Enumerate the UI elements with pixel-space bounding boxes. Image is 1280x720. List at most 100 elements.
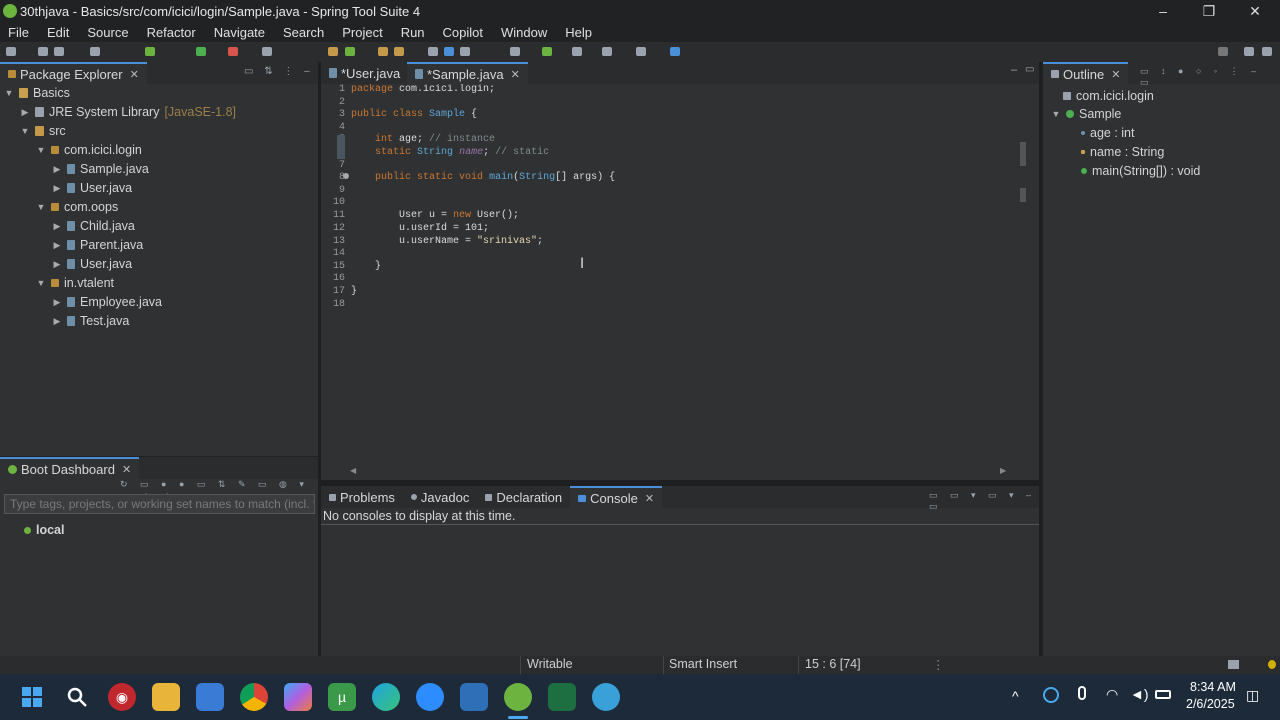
toggle-mark-icon[interactable] xyxy=(428,47,438,56)
chevron-down-icon[interactable]: ▼ xyxy=(36,278,46,288)
code-line[interactable]: public static void main(String[] args) { xyxy=(351,172,615,183)
tree-item-file[interactable]: ▶ User.java xyxy=(52,255,133,273)
close-icon[interactable]: ✕ xyxy=(1111,68,1120,81)
code-line[interactable]: } xyxy=(351,286,357,297)
back-icon[interactable] xyxy=(572,47,582,56)
menu-window[interactable]: Window xyxy=(492,25,556,40)
chevron-right-icon[interactable]: ▶ xyxy=(52,297,62,308)
zoom-icon[interactable] xyxy=(416,683,444,711)
chevron-up-icon[interactable]: ^ xyxy=(1012,688,1019,704)
new-icon[interactable] xyxy=(6,47,16,56)
outline-item-class[interactable]: ▼ Sample xyxy=(1051,105,1122,123)
tab-sample-java[interactable]: *Sample.java ✕ xyxy=(407,62,528,84)
code-line[interactable]: package com.icici.login; xyxy=(351,84,495,95)
close-icon[interactable]: ✕ xyxy=(130,68,139,81)
tab-declaration[interactable]: Declaration xyxy=(477,486,570,508)
outline-item-field[interactable]: name : String xyxy=(1081,143,1164,161)
stop-icon[interactable] xyxy=(228,47,238,56)
tab-boot-dashboard[interactable]: Boot Dashboard ✕ xyxy=(0,457,140,479)
tree-item-package[interactable]: ▼ in.vtalent xyxy=(36,274,115,292)
tab-console[interactable]: Console ✕ xyxy=(570,486,663,508)
tree-item-file[interactable]: ▶ Parent.java xyxy=(52,236,144,254)
status-more-icon[interactable]: ⋮ xyxy=(932,657,945,672)
chevron-down-icon[interactable]: ▼ xyxy=(20,126,30,136)
chevron-down-icon[interactable]: ▼ xyxy=(36,145,46,155)
fold-icon[interactable] xyxy=(343,173,349,179)
tab-javadoc[interactable]: Javadoc xyxy=(403,486,477,508)
menu-refactor[interactable]: Refactor xyxy=(138,25,205,40)
open-type-icon[interactable] xyxy=(328,47,338,56)
boot-local-item[interactable]: local xyxy=(24,521,65,539)
prev-annotation-icon[interactable] xyxy=(542,47,552,56)
search-icon[interactable] xyxy=(63,683,91,711)
menu-run[interactable]: Run xyxy=(392,25,434,40)
tree-item-file[interactable]: ▶ Test.java xyxy=(52,312,130,330)
chevron-right-icon[interactable]: ▶ xyxy=(20,107,30,118)
tree-item-file[interactable]: ▶ Employee.java xyxy=(52,293,162,311)
menu-source[interactable]: Source xyxy=(78,25,137,40)
vertical-sash[interactable] xyxy=(1039,62,1042,656)
code-line[interactable]: u.userId = 101; xyxy=(351,223,489,234)
perspective-icon[interactable] xyxy=(1244,47,1254,56)
chevron-right-icon[interactable]: ▶ xyxy=(52,259,62,270)
clock-time[interactable]: 8:34 AM xyxy=(1190,680,1236,694)
next-edit-icon[interactable] xyxy=(636,47,646,56)
tree-item-project[interactable]: ▼ Basics xyxy=(4,84,70,102)
outline-view-toolbar[interactable]: ▭ ↕ ● ○ ◦ ⋮ – ▭ xyxy=(1140,66,1280,88)
search-toolbar-icon[interactable] xyxy=(394,47,404,56)
open-folder-icon[interactable] xyxy=(378,47,388,56)
boot-filter-input[interactable]: Type tags, projects, or working set name… xyxy=(4,494,315,514)
menu-copilot[interactable]: Copilot xyxy=(434,25,492,40)
microphone-icon[interactable] xyxy=(1078,686,1086,700)
scroll-right-icon[interactable]: ▶ xyxy=(1000,466,1006,475)
chevron-right-icon[interactable]: ▶ xyxy=(52,316,62,327)
tab-problems[interactable]: Problems xyxy=(321,486,403,508)
block-select-icon[interactable] xyxy=(460,47,470,56)
chevron-down-icon[interactable]: ▼ xyxy=(36,202,46,212)
chrome-icon[interactable] xyxy=(240,683,268,711)
tree-item-package[interactable]: ▼ com.oops xyxy=(36,198,119,216)
tab-outline[interactable]: Outline ✕ xyxy=(1043,62,1129,84)
next-annotation-icon[interactable] xyxy=(510,47,520,56)
tree-item-file[interactable]: ▶ Sample.java xyxy=(52,160,149,178)
app-red-icon[interactable]: ◉ xyxy=(108,683,136,711)
chevron-right-icon[interactable]: ▶ xyxy=(52,164,62,175)
external-tools-icon[interactable] xyxy=(262,47,272,56)
tab-user-java[interactable]: *User.java xyxy=(321,62,408,84)
vertical-sash[interactable] xyxy=(318,62,321,656)
maximize-editor-icon[interactable]: ▭ xyxy=(1025,64,1034,75)
close-window-button[interactable]: ✕ xyxy=(1232,0,1278,22)
chevron-right-icon[interactable]: ▶ xyxy=(52,240,62,251)
start-icon[interactable] xyxy=(18,683,46,711)
new-boot-project-icon[interactable] xyxy=(345,47,355,56)
chevron-right-icon[interactable]: ▶ xyxy=(52,183,62,194)
close-icon[interactable]: ✕ xyxy=(511,68,520,81)
code-line[interactable]: u.userName = "srinivas"; xyxy=(351,236,543,247)
scroll-left-icon[interactable]: ◀ xyxy=(350,466,356,475)
chevron-right-icon[interactable]: ▶ xyxy=(52,221,62,232)
code-line[interactable]: public class Sample { xyxy=(351,109,477,120)
store-icon[interactable] xyxy=(196,683,224,711)
vertical-scrollbar[interactable] xyxy=(1016,84,1032,464)
paint-icon[interactable] xyxy=(592,683,620,711)
volume-icon[interactable]: ◄) xyxy=(1130,686,1149,702)
menu-navigate[interactable]: Navigate xyxy=(205,25,274,40)
java-perspective-icon[interactable] xyxy=(1262,47,1272,56)
minimize-editor-icon[interactable]: – xyxy=(1011,64,1017,76)
menu-help[interactable]: Help xyxy=(556,25,601,40)
toggle-highlight-icon[interactable] xyxy=(444,47,454,56)
tab-package-explorer[interactable]: Package Explorer ✕ xyxy=(0,62,147,84)
tip-icon[interactable] xyxy=(1268,660,1276,669)
tree-item-src[interactable]: ▼ src xyxy=(20,122,66,140)
outline-item-field[interactable]: age : int xyxy=(1081,124,1134,142)
notifications-icon[interactable] xyxy=(1228,660,1239,669)
maximize-button[interactable]: ❐ xyxy=(1186,0,1232,22)
close-icon[interactable]: ✕ xyxy=(645,492,654,505)
menu-edit[interactable]: Edit xyxy=(38,25,78,40)
search-icon[interactable] xyxy=(1218,47,1228,56)
copilot-icon[interactable] xyxy=(284,683,312,711)
outline-item-package[interactable]: com.icici.login xyxy=(1063,87,1154,105)
outline-item-method[interactable]: main(String[]) : void xyxy=(1081,162,1200,180)
console-toolbar[interactable]: ▭ ▭ ▾ ▭ ▾ – ▭ xyxy=(929,490,1039,512)
code-line[interactable]: User u = new User(); xyxy=(351,210,519,221)
